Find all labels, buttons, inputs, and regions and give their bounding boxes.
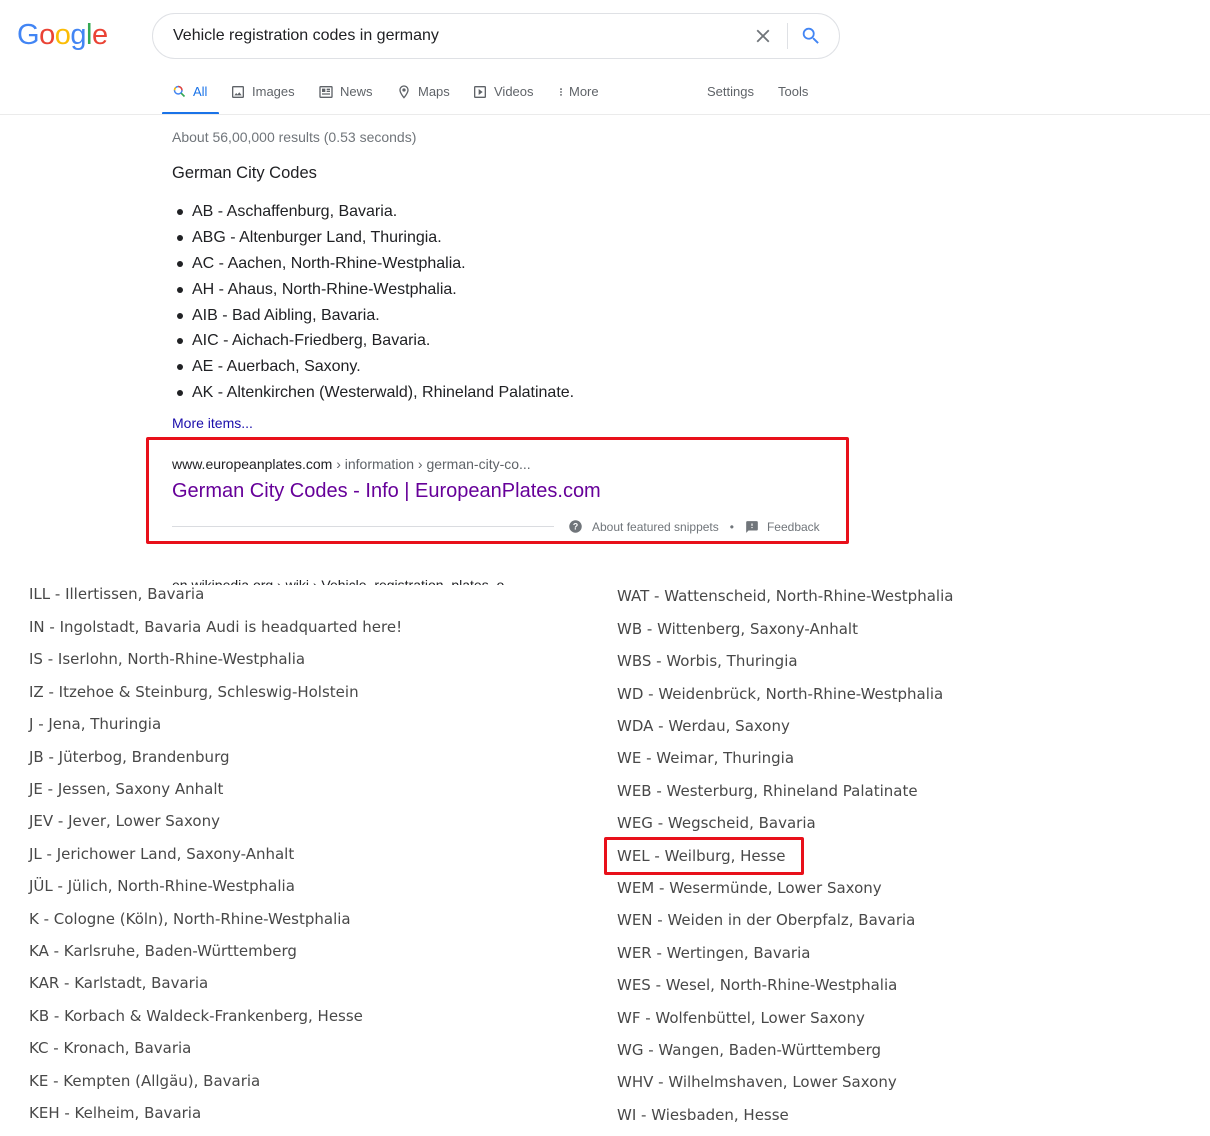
- featured-snippet-title: German City Codes: [172, 164, 317, 182]
- google-logo[interactable]: Google: [17, 19, 108, 52]
- tab-label: More: [569, 84, 599, 99]
- search-box[interactable]: Vehicle registration codes in germany: [152, 13, 840, 59]
- image-icon: [232, 86, 244, 98]
- feedback-icon[interactable]: [745, 520, 759, 534]
- snippet-divider: [172, 526, 554, 527]
- search-divider: [787, 23, 788, 49]
- about-snippets-link[interactable]: About featured snippets: [592, 520, 719, 534]
- list-item: JL - Jerichower Land, Saxony-Anhalt: [29, 845, 295, 863]
- tab-videos[interactable]: Videos: [472, 78, 534, 115]
- list-item: KEH - Kelheim, Bavaria: [29, 1104, 202, 1122]
- tab-label: Tools: [778, 84, 809, 99]
- tab-label: All: [193, 84, 208, 99]
- list-item: WF - Wolfenbüttel, Lower Saxony: [617, 1009, 865, 1027]
- tab-maps[interactable]: Maps: [396, 78, 450, 115]
- tab-label: News: [340, 84, 373, 99]
- more-items-link[interactable]: More items...: [172, 415, 253, 431]
- list-item: WD - Weidenbrück, North-Rhine-Westphalia: [617, 685, 944, 703]
- list-item: WEG - Wegscheid, Bavaria: [617, 814, 816, 832]
- list-item: AIB - Bad Aibling, Bavaria.: [177, 303, 574, 329]
- help-icon[interactable]: ?: [568, 519, 583, 534]
- feedback-link[interactable]: Feedback: [767, 520, 820, 534]
- list-item: IZ - Itzehoe & Steinburg, Schleswig-Hols…: [29, 683, 359, 701]
- list-item: KB - Korbach & Waldeck-Frankenberg, Hess…: [29, 1007, 363, 1025]
- list-item: WI - Wiesbaden, Hesse: [617, 1106, 789, 1124]
- tab-images[interactable]: Images: [230, 78, 295, 115]
- list-item: AB - Aschaffenburg, Bavaria.: [177, 199, 574, 225]
- video-icon: [474, 86, 486, 98]
- cite-path: › information › german-city-co...: [332, 456, 531, 472]
- list-item: KE - Kempten (Allgäu), Bavaria: [29, 1072, 261, 1090]
- result-stats: About 56,00,000 results (0.53 seconds): [172, 129, 417, 145]
- search-tabs: All Images News Maps Videos More Setting…: [162, 78, 862, 115]
- list-item: WHV - Wilhelmshaven, Lower Saxony: [617, 1073, 897, 1091]
- list-item: IN - Ingolstadt, Bavaria Audi is headqua…: [29, 618, 403, 636]
- snippet-footer: ? About featured snippets • Feedback: [568, 519, 820, 534]
- tab-settings[interactable]: Settings: [707, 78, 754, 115]
- list-item: JB - Jüterbog, Brandenburg: [29, 748, 230, 766]
- list-item: WB - Wittenberg, Saxony-Anhalt: [617, 620, 858, 638]
- list-item: WG - Wangen, Baden-Württemberg: [617, 1041, 882, 1059]
- list-item: WAT - Wattenscheid, North-Rhine-Westphal…: [617, 587, 954, 605]
- list-item: WEB - Westerburg, Rhineland Palatinate: [617, 782, 918, 800]
- list-item: KA - Karlsruhe, Baden-Württemberg: [29, 942, 297, 960]
- list-item: JEV - Jever, Lower Saxony: [29, 812, 220, 830]
- tab-more[interactable]: More: [556, 78, 599, 115]
- list-item: WDA - Werdau, Saxony: [617, 717, 790, 735]
- list-item: WBS - Worbis, Thuringia: [617, 652, 798, 670]
- tab-label: Videos: [494, 84, 534, 99]
- header-divider: [0, 114, 1210, 115]
- list-item: KC - Kronach, Bavaria: [29, 1039, 192, 1057]
- list-item: IS - Iserlohn, North-Rhine-Westphalia: [29, 650, 306, 668]
- result-cite[interactable]: www.europeanplates.com › information › g…: [172, 456, 531, 472]
- more-vert-icon: [560, 88, 562, 96]
- list-item: KAR - Karlstadt, Bavaria: [29, 974, 209, 992]
- tab-label: Maps: [418, 84, 450, 99]
- list-item: J - Jena, Thuringia: [29, 715, 162, 733]
- list-item: AH - Ahaus, North-Rhine-Westphalia.: [177, 277, 574, 303]
- list-item: AIC - Aichach-Friedberg, Bavaria.: [177, 328, 574, 354]
- separator: •: [729, 519, 734, 534]
- list-item: JE - Jessen, Saxony Anhalt: [29, 780, 224, 798]
- list-item: ABG - Altenburger Land, Thuringia.: [177, 225, 574, 251]
- tab-all[interactable]: All: [162, 78, 220, 115]
- search-icon[interactable]: [800, 25, 822, 47]
- map-pin-icon: [399, 85, 409, 99]
- tab-news[interactable]: News: [318, 78, 373, 115]
- list-item: WES - Wesel, North-Rhine-Westphalia: [617, 976, 898, 994]
- close-icon[interactable]: [752, 25, 774, 47]
- list-item: AK - Altenkirchen (Westerwald), Rhinelan…: [177, 380, 574, 406]
- tab-label: Settings: [707, 84, 754, 99]
- list-item: WER - Wertingen, Bavaria: [617, 944, 811, 962]
- search-input[interactable]: Vehicle registration codes in germany: [173, 27, 439, 45]
- svg-text:?: ?: [573, 522, 578, 532]
- list-item: K - Cologne (Köln), North-Rhine-Westphal…: [29, 910, 351, 928]
- tab-label: Images: [252, 84, 295, 99]
- list-item: WEN - Weiden in der Oberpfalz, Bavaria: [617, 911, 916, 929]
- result-title-link[interactable]: German City Codes - Info | EuropeanPlate…: [172, 480, 601, 503]
- tab-tools[interactable]: Tools: [778, 78, 808, 115]
- list-item: WEM - Wesermünde, Lower Saxony: [617, 879, 882, 897]
- news-icon: [319, 86, 333, 98]
- cite-domain: www.europeanplates.com: [172, 456, 333, 472]
- featured-snippet-list: AB - Aschaffenburg, Bavaria. ABG - Alten…: [177, 199, 574, 406]
- list-item: AE - Auerbach, Saxony.: [177, 354, 574, 380]
- list-item: AC - Aachen, North-Rhine-Westphalia.: [177, 251, 574, 277]
- codes-list-panel: ILL - Illertissen, Bavaria IN - Ingolsta…: [10, 585, 1196, 1136]
- list-item: JÜL - Jülich, North-Rhine-Westphalia: [29, 877, 295, 895]
- search-icon: [173, 85, 186, 98]
- highlight-box-code: [604, 837, 804, 875]
- list-item: WE - Weimar, Thuringia: [617, 749, 795, 767]
- list-item: ILL - Illertissen, Bavaria: [29, 585, 205, 603]
